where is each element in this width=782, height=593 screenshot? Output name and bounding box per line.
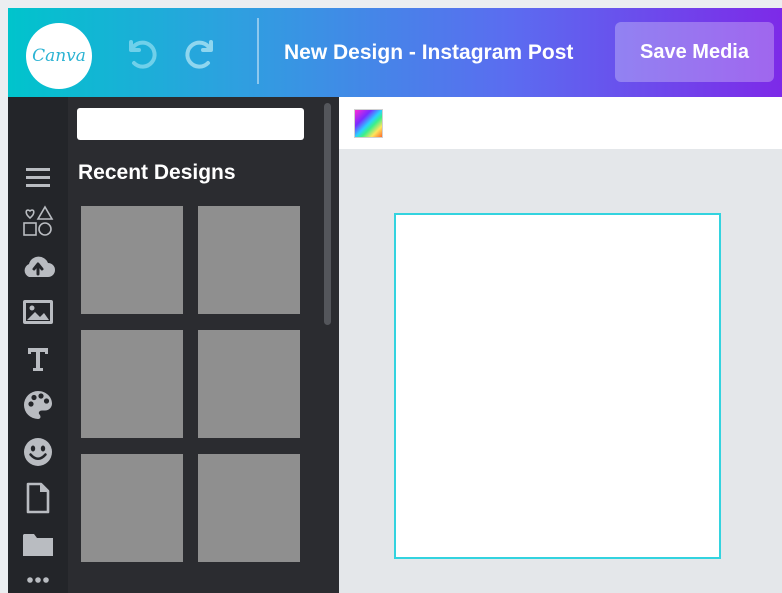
panel-scrollbar[interactable] [324,103,331,325]
redo-icon [185,40,213,69]
sidebar-item-photos[interactable] [20,294,56,330]
sidebar-item-uploads[interactable] [20,249,56,285]
sidebar-item-folders[interactable] [20,526,56,562]
design-page[interactable] [394,213,721,559]
redo-button[interactable] [184,32,224,72]
folder-icon [23,534,53,556]
logo-text: Canva [32,46,86,66]
app-window: Canva New Design - Instagram Post Save M… [8,8,782,593]
more-icon [27,577,49,583]
document-icon [26,482,50,514]
sidebar-item-text[interactable] [20,341,56,377]
recent-design-thumbnail[interactable] [81,330,183,438]
undo-icon [129,40,157,69]
side-panel: Recent Designs [68,97,339,593]
panel-header [68,97,339,156]
recent-design-thumbnail[interactable] [81,206,183,314]
color-picker-icon[interactable] [354,109,383,138]
upload-icon [24,256,55,277]
image-icon [23,300,53,324]
menu-icon [26,168,50,187]
tool-sidebar [8,97,68,593]
search-input[interactable] [77,108,304,140]
sidebar-item-templates[interactable] [20,480,56,516]
editor-toolbar [339,97,782,149]
design-title[interactable]: New Design - Instagram Post [284,41,573,65]
undo-button[interactable] [118,32,158,72]
save-media-label: Save Media [640,40,749,63]
sidebar-item-stickers[interactable] [20,434,56,470]
save-media-button[interactable]: Save Media [615,22,774,82]
text-icon [28,348,48,371]
top-bar: Canva New Design - Instagram Post Save M… [8,8,782,97]
recent-designs-heading: Recent Designs [78,161,236,184]
header-divider [257,18,259,84]
palette-icon [24,391,52,419]
sidebar-item-more[interactable] [20,562,56,593]
recent-design-thumbnail[interactable] [198,454,300,562]
recent-design-thumbnail[interactable] [198,330,300,438]
sidebar-item-elements[interactable] [20,203,56,239]
shapes-icon [23,205,54,236]
canvas-area [339,149,782,593]
recent-design-thumbnail[interactable] [81,454,183,562]
emoji-icon [24,438,52,466]
sidebar-item-menu[interactable] [20,160,56,196]
sidebar-item-background[interactable] [20,387,56,423]
canva-logo[interactable]: Canva [26,23,92,89]
recent-design-thumbnail[interactable] [198,206,300,314]
